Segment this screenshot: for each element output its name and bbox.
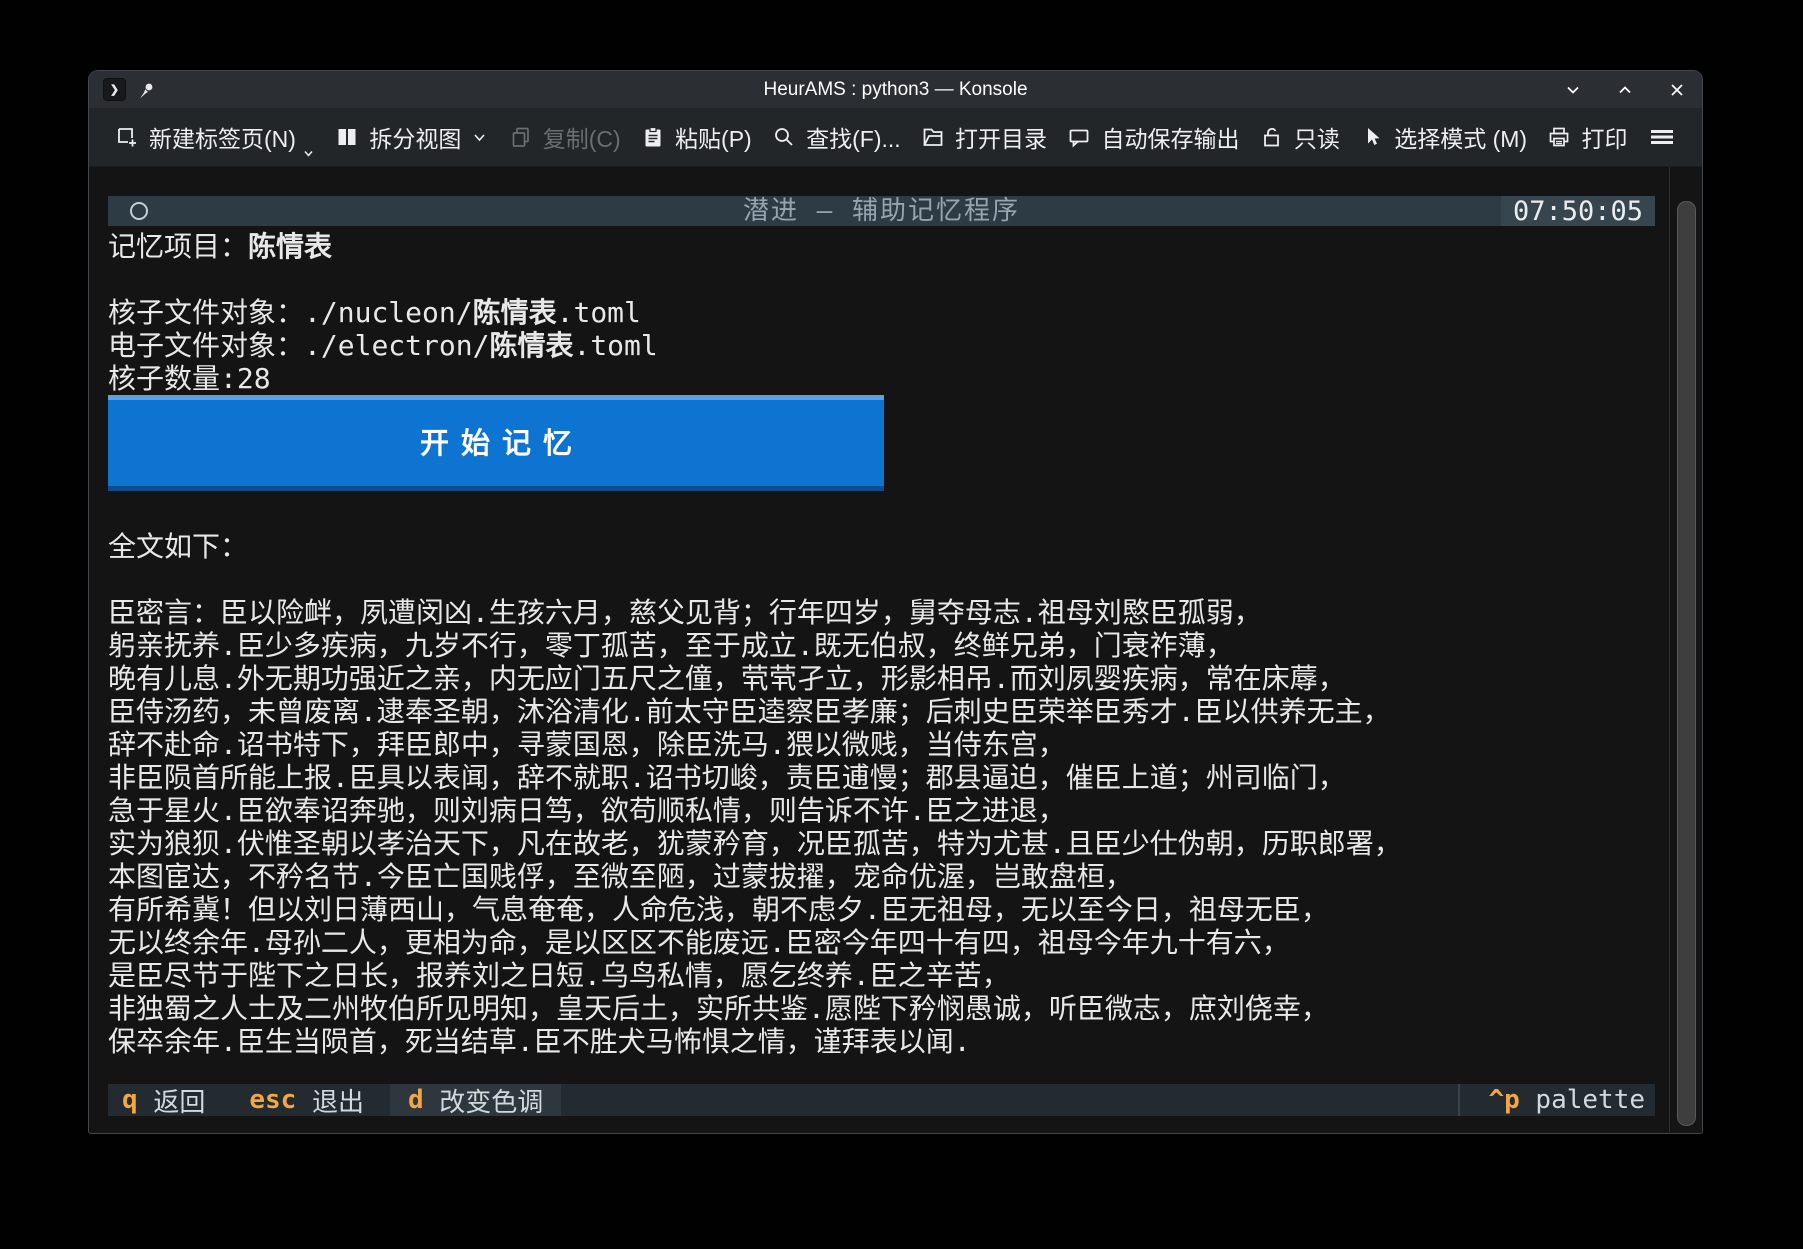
electron-path-ext: .toml [573, 329, 657, 362]
nucleus-count-value: 28 [237, 362, 271, 395]
memory-item-label: 记忆项目： [108, 230, 248, 263]
paste-button[interactable]: 粘贴(P) [641, 120, 752, 154]
start-memorize-button[interactable]: 开始记忆 [108, 395, 884, 491]
print-button[interactable]: 打印 [1547, 120, 1627, 154]
split-view-button[interactable]: 拆分视图 [335, 120, 488, 154]
copy-button: 复制(C) [509, 120, 621, 154]
new-tab-label: 新建标签页(N) [149, 120, 296, 154]
konsole-app-icon: ❯ [103, 78, 126, 101]
scrollbar-track [1669, 167, 1670, 1132]
footer-key-palette[interactable]: ^p palette [1458, 1084, 1655, 1116]
fulltext-line: 臣密言：臣以险衅，夙遭闵凶.生孩六月，慈父见背；行年四岁，舅夺母志.祖母刘愍臣孤… [108, 596, 1655, 629]
print-label: 打印 [1581, 120, 1627, 154]
nucleon-label: 核子文件对象： [108, 296, 304, 329]
fulltext-line: 晚有儿息.外无期功强近之亲，内无应门五尺之僮，茕茕孑立，形影相吊.而刘夙婴疾病，… [108, 662, 1655, 695]
electron-file-line: 电子文件对象：./electron/陈情表.toml [108, 329, 1655, 362]
key-d: d [408, 1085, 424, 1115]
fulltext-body: 臣密言：臣以险衅，夙遭闵凶.生孩六月，慈父见背；行年四岁，舅夺母志.祖母刘愍臣孤… [108, 596, 1655, 1058]
key-q: q [122, 1085, 138, 1115]
window-title: HeurAMS : python3 — Konsole [89, 79, 1702, 101]
read-only-label: 只读 [1294, 120, 1340, 154]
fulltext-line: 非臣陨首所能上报.臣具以表闻，辞不就职.诏书切峻，责臣逋慢；郡县逼迫，催臣上道；… [108, 761, 1655, 794]
footer-key-back[interactable]: q 返回 [108, 1084, 213, 1116]
copy-label: 复制(C) [543, 120, 621, 154]
open-directory-button[interactable]: 打开目录 [921, 120, 1047, 154]
fulltext-line: 臣侍汤药，未曾废离.逮奉圣朝，沐浴清化.前太守臣逵察臣孝廉；后刺史臣荣举臣秀才.… [108, 695, 1655, 728]
find-button[interactable]: 查找(F)... [772, 120, 901, 154]
terminal-view[interactable]: 潜进 – 辅助记忆程序 07:50:05 记忆项目：陈情表 核子文件对象：./n… [90, 167, 1701, 1132]
tui-footer-bar: q 返回 esc 退出 d 改变色调 ^p palette [108, 1084, 1655, 1116]
maximize-button[interactable] [1614, 79, 1636, 101]
toolbar: 新建标签页(N) 拆分视图 复制(C) [89, 108, 1702, 167]
pin-icon[interactable] [136, 80, 156, 100]
nucleon-file-line: 核子文件对象：./nucleon/陈情表.toml [108, 296, 1655, 329]
split-view-icon [335, 125, 359, 149]
nucleon-path-name: 陈情表 [473, 296, 557, 329]
footer-key-exit[interactable]: esc 退出 [241, 1084, 372, 1116]
tui-app-title: 潜进 – 辅助记忆程序 [108, 195, 1655, 228]
fulltext-line: 实为狼狈.伏惟圣朝以孝治天下，凡在故老，犹蒙矜育，况臣孤苦，特为尤甚.且臣少仕伪… [108, 827, 1655, 860]
fulltext-line: 无以终余年.母孙二人，更相为命，是以区区不能废远.臣密今年四十有四，祖母今年九十… [108, 926, 1655, 959]
paste-label: 粘贴(P) [675, 120, 752, 154]
search-icon [772, 125, 796, 149]
chevron-down-icon [471, 129, 488, 146]
cursor-icon [1360, 125, 1384, 149]
find-label: 查找(F)... [806, 120, 901, 154]
footer-key-change-tone[interactable]: d 改变色调 [390, 1084, 561, 1116]
fulltext-line: 有所希冀！但以刘日薄西山，气息奄奄，人命危浅，朝不虑夕.臣无祖母，无以至今日，祖… [108, 893, 1655, 926]
auto-save-output-label: 自动保存输出 [1101, 120, 1239, 154]
scrollbar-thumb[interactable] [1677, 201, 1696, 1126]
hamburger-icon [1648, 125, 1676, 149]
fulltext-line: 是臣尽节于陛下之日长，报养刘之日短.乌鸟私情，愿乞终养.臣之辛苦， [108, 959, 1655, 992]
key-q-label: 返回 [153, 1082, 205, 1119]
hamburger-menu-button[interactable] [1648, 125, 1676, 149]
electron-path-name: 陈情表 [489, 329, 573, 362]
select-mode-button[interactable]: 选择模式 (M) [1360, 120, 1527, 154]
nucleon-path-prefix: ./nucleon/ [304, 296, 473, 329]
folder-icon [921, 125, 945, 149]
key-esc-label: 退出 [312, 1082, 364, 1119]
title-bar: ❯ HeurAMS : python3 — Konsole [89, 71, 1702, 108]
fulltext-line: 急于星火.臣欲奉诏奔驰，则刘病日笃，欲苟顺私情，则告诉不许.臣之进退， [108, 794, 1655, 827]
tui-clock: 07:50:05 [1501, 196, 1655, 226]
open-directory-label: 打开目录 [955, 120, 1047, 154]
printer-icon [1547, 125, 1571, 149]
new-tab-icon [115, 125, 139, 149]
chevron-down-icon [302, 147, 315, 160]
lock-open-icon [1260, 125, 1284, 149]
minimize-button[interactable] [1562, 79, 1584, 101]
auto-save-output-button[interactable]: 自动保存输出 [1067, 120, 1239, 154]
read-only-button[interactable]: 只读 [1260, 120, 1340, 154]
memory-item-value: 陈情表 [248, 230, 332, 263]
fulltext-line: 本图宦达，不矜名节.今臣亡国贱俘，至微至陋，过蒙拔擢，宠命优渥，岂敢盘桓， [108, 860, 1655, 893]
electron-path-prefix: ./electron/ [304, 329, 489, 362]
new-tab-button[interactable]: 新建标签页(N) [115, 120, 315, 154]
memory-item-line: 记忆项目：陈情表 [108, 230, 1655, 263]
nucleon-path-ext: .toml [557, 296, 641, 329]
fulltext-line: 保卒余年.臣生当陨首，死当结草.臣不胜犬马怖惧之情，谨拜表以闻. [108, 1025, 1655, 1058]
fulltext-label: 全文如下： [108, 530, 1655, 563]
key-ctrl-p: ^p [1488, 1085, 1519, 1115]
tui-header-bar: 潜进 – 辅助记忆程序 07:50:05 [108, 196, 1655, 226]
fulltext-line: 躬亲抚养.臣少多疾病，九岁不行，零丁孤苦，至于成立.既无伯叔，终鲜兄弟，门衰祚薄… [108, 629, 1655, 662]
nucleus-count-label: 核子数量: [108, 362, 237, 395]
comment-icon [1067, 125, 1091, 149]
split-view-label: 拆分视图 [369, 120, 461, 154]
nucleus-count-line: 核子数量:28 [108, 362, 1655, 395]
fulltext-line: 非独蜀之人士及二州牧伯所见明知，皇天后土，实所共鉴.愿陛下矜悯愚诚，听臣微志，庶… [108, 992, 1655, 1025]
copy-icon [509, 125, 533, 149]
close-button[interactable] [1666, 79, 1688, 101]
key-d-label: 改变色调 [439, 1082, 543, 1119]
electron-label: 电子文件对象： [108, 329, 304, 362]
key-esc: esc [249, 1085, 296, 1115]
konsole-window: ❯ HeurAMS : python3 — Konsole [88, 70, 1703, 1134]
key-palette-label: palette [1535, 1085, 1645, 1115]
fulltext-line: 辞不赴命.诏书特下，拜臣郎中，寻蒙国恩，除臣洗马.猥以微贱，当侍东宫， [108, 728, 1655, 761]
select-mode-label: 选择模式 (M) [1394, 120, 1527, 154]
paste-icon [641, 125, 665, 149]
